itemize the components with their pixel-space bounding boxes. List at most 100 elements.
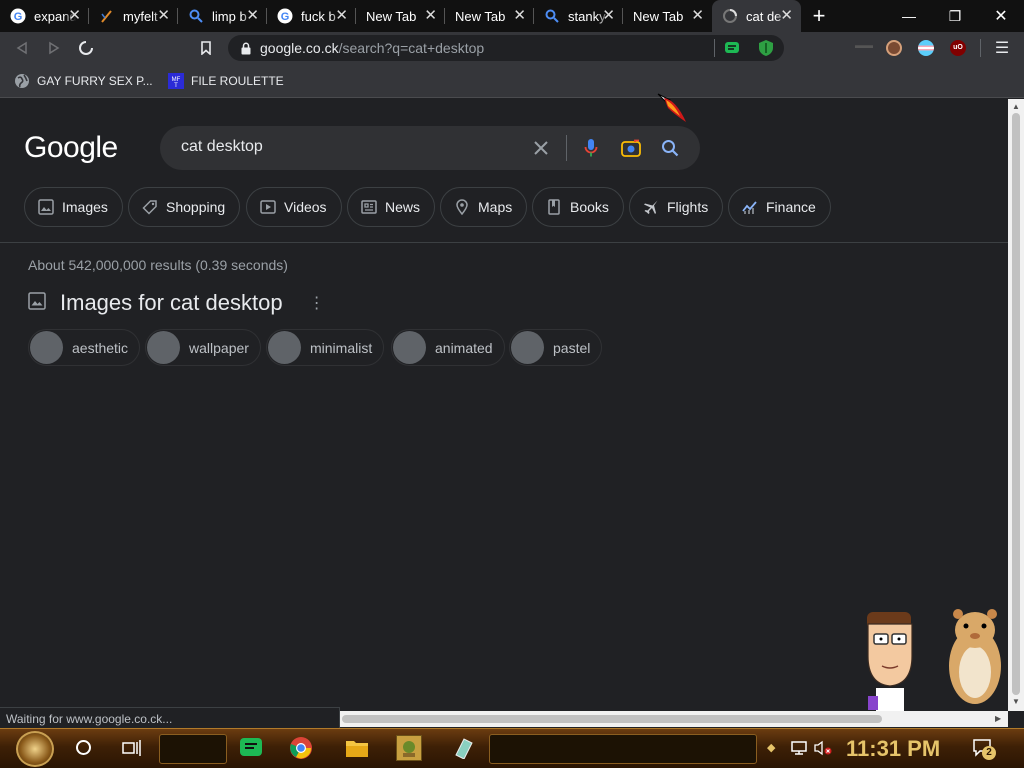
svg-text:G: G bbox=[281, 11, 290, 23]
chip-label: Books bbox=[570, 199, 609, 215]
chip-images[interactable]: Images bbox=[24, 187, 123, 227]
green-extension-icon[interactable] bbox=[724, 40, 740, 59]
refine-chip[interactable]: animated bbox=[391, 329, 505, 366]
refine-chip[interactable]: wallpaper bbox=[145, 329, 261, 366]
refine-label: pastel bbox=[553, 339, 591, 356]
stop-loading-button[interactable] bbox=[76, 38, 96, 58]
restore-button[interactable]: ❐ bbox=[932, 0, 978, 32]
airplane-icon bbox=[642, 198, 660, 216]
tab-1[interactable]: G expand ✕ bbox=[0, 0, 89, 32]
task-view-icon[interactable] bbox=[118, 735, 144, 761]
taskbar-clock[interactable]: 11:31 PM bbox=[846, 736, 940, 762]
camera-lens-icon[interactable] bbox=[620, 137, 642, 159]
images-section-title[interactable]: Images for cat desktop bbox=[60, 290, 283, 316]
loading-icon bbox=[722, 8, 738, 24]
chip-shopping[interactable]: Shopping bbox=[128, 187, 241, 227]
search-query[interactable]: cat desktop bbox=[181, 138, 263, 156]
refine-chip[interactable]: minimalist bbox=[266, 329, 385, 366]
chip-maps[interactable]: Maps bbox=[440, 187, 528, 227]
horizontal-scrollbar[interactable]: ▶ bbox=[340, 711, 1008, 727]
scroll-down-arrow-icon[interactable]: ▼ bbox=[1012, 697, 1020, 706]
back-button[interactable] bbox=[12, 38, 32, 58]
finance-chart-icon bbox=[741, 198, 759, 216]
forward-button[interactable] bbox=[44, 38, 64, 58]
notifications-icon[interactable]: 2 bbox=[970, 735, 996, 761]
tag-icon bbox=[141, 198, 159, 216]
flag-extension-icon[interactable] bbox=[918, 40, 934, 56]
chip-finance[interactable]: Finance bbox=[728, 187, 831, 227]
chip-label: News bbox=[385, 199, 421, 215]
scrollbar-thumb[interactable] bbox=[1012, 113, 1020, 695]
network-icon[interactable] bbox=[786, 735, 812, 761]
close-window-button[interactable]: ✕ bbox=[978, 0, 1024, 32]
close-tab-icon[interactable]: ✕ bbox=[513, 8, 526, 24]
tab-3[interactable]: limp b ✕ bbox=[178, 0, 267, 32]
ublock-origin-icon[interactable]: uO bbox=[950, 40, 966, 56]
refine-chip[interactable]: aesthetic bbox=[28, 329, 141, 366]
tab-title: New Tab bbox=[455, 8, 506, 24]
more-options-icon[interactable]: ⋮ bbox=[309, 293, 325, 313]
volume-muted-icon[interactable] bbox=[810, 735, 836, 761]
file-explorer-icon[interactable] bbox=[344, 735, 370, 761]
refine-label: animated bbox=[435, 339, 493, 356]
hamster-desktop-buddy bbox=[949, 609, 1001, 704]
chip-flights[interactable]: Flights bbox=[629, 187, 724, 227]
address-bar[interactable]: google.co.ck/search?q=cat+desktop bbox=[228, 35, 784, 61]
extension-small-icon[interactable]: ▬▬ bbox=[855, 40, 873, 56]
chip-news[interactable]: News bbox=[347, 187, 436, 227]
chrome-icon[interactable] bbox=[288, 735, 314, 761]
tab-5[interactable]: New Tab ✕ bbox=[356, 0, 445, 32]
chip-books[interactable]: Books bbox=[532, 187, 624, 227]
minimize-button[interactable]: — bbox=[886, 0, 932, 32]
scrollbar-thumb[interactable] bbox=[342, 715, 882, 723]
tab-9-active[interactable]: cat de ✕ bbox=[712, 0, 801, 32]
google-logo[interactable]: Google bbox=[24, 131, 118, 165]
vertical-scrollbar[interactable]: ▲ ▼ bbox=[1008, 99, 1024, 711]
tab-8[interactable]: New Tab ✕ bbox=[623, 0, 712, 32]
spotify-like-app-icon[interactable] bbox=[238, 735, 264, 761]
bookmark-item-1[interactable]: GAY FURRY SEX P... bbox=[14, 73, 153, 89]
close-tab-icon[interactable]: ✕ bbox=[68, 8, 81, 24]
cortana-icon[interactable] bbox=[76, 740, 91, 755]
bookmark-icon[interactable] bbox=[196, 38, 216, 58]
close-tab-icon[interactable]: ✕ bbox=[424, 8, 437, 24]
close-tab-icon[interactable]: ✕ bbox=[335, 8, 348, 24]
close-tab-icon[interactable]: ✕ bbox=[157, 8, 170, 24]
search-input[interactable]: cat desktop bbox=[160, 126, 700, 170]
scroll-right-arrow-icon[interactable]: ▶ bbox=[995, 714, 1001, 723]
searchbox-divider bbox=[566, 135, 567, 161]
close-tab-icon[interactable]: ✕ bbox=[780, 8, 793, 24]
microphone-icon[interactable] bbox=[580, 137, 602, 159]
toolbar-divider bbox=[980, 39, 981, 57]
search-icon[interactable] bbox=[659, 137, 681, 159]
book-icon bbox=[545, 198, 563, 216]
images-section-header: Images for cat desktop ⋮ bbox=[28, 290, 325, 316]
scroll-up-arrow-icon[interactable]: ▲ bbox=[1012, 102, 1020, 111]
menu-icon[interactable]: ☰ bbox=[992, 38, 1012, 58]
google-icon: G bbox=[10, 8, 26, 24]
bookmark-item-2[interactable]: MF T FILE ROULETTE bbox=[168, 73, 284, 89]
tab-strip: G expand ✕ myfelt ✕ limp b ✕ G fuck b ✕ … bbox=[0, 0, 1024, 32]
thumbnail bbox=[147, 331, 180, 364]
chip-videos[interactable]: Videos bbox=[246, 187, 342, 227]
refine-label: minimalist bbox=[310, 339, 373, 356]
tab-7[interactable]: stanky ✕ bbox=[534, 0, 623, 32]
show-hidden-icons-icon[interactable]: ◆ bbox=[767, 741, 775, 754]
shield-icon[interactable] bbox=[758, 39, 774, 60]
tab-4[interactable]: G fuck b ✕ bbox=[267, 0, 356, 32]
avatar-extension-icon[interactable] bbox=[886, 40, 902, 56]
close-tab-icon[interactable]: ✕ bbox=[691, 8, 704, 24]
start-button[interactable] bbox=[16, 731, 54, 767]
tab-2[interactable]: myfelt ✕ bbox=[89, 0, 178, 32]
clear-icon[interactable] bbox=[530, 137, 552, 159]
new-tab-button[interactable]: + bbox=[805, 0, 833, 32]
close-tab-icon[interactable]: ✕ bbox=[602, 8, 615, 24]
refine-chip[interactable]: pastel bbox=[509, 329, 603, 366]
bonzi-app-icon[interactable] bbox=[396, 735, 422, 761]
close-tab-icon[interactable]: ✕ bbox=[246, 8, 259, 24]
url-path: /search?q=cat+desktop bbox=[338, 40, 485, 56]
notepad-app-icon[interactable] bbox=[450, 735, 476, 761]
tab-6[interactable]: New Tab ✕ bbox=[445, 0, 534, 32]
refine-label: wallpaper bbox=[189, 339, 249, 356]
thumbnail bbox=[393, 331, 426, 364]
